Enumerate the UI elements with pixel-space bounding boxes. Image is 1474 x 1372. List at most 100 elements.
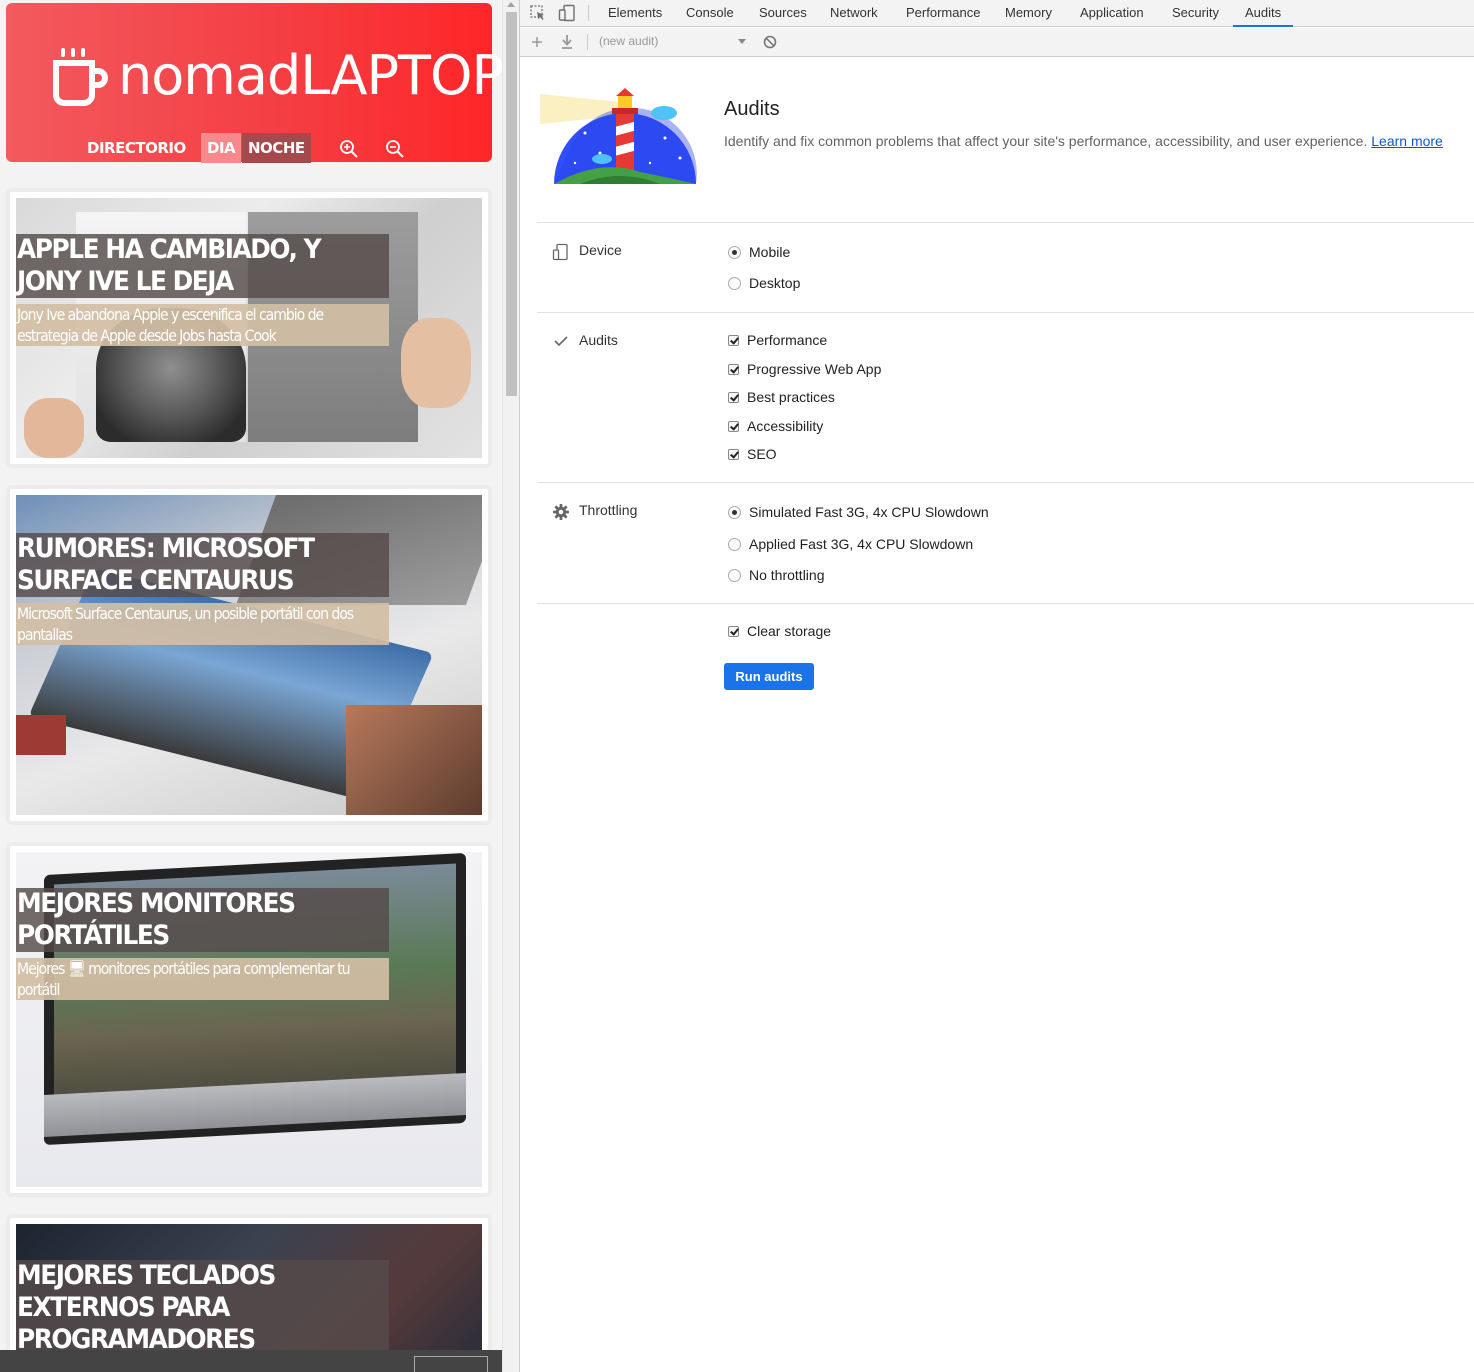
category-pwa[interactable]: Progressive Web App: [728, 359, 881, 379]
article-subtitle: portátil: [17, 980, 60, 999]
article-title[interactable]: RUMORES: MICROSOFT: [17, 533, 315, 565]
article-card[interactable]: MEJORES MONITORES PORTÁTILES Mejores 🖥 m…: [6, 842, 492, 1197]
website-preview: nomadLAPTOP DIRECTORIO DIA NOCHE APPLE H…: [0, 0, 502, 1372]
article-card[interactable]: MEJORES TECLADOS EXTERNOS PARA PROGRAMAD…: [6, 1214, 492, 1372]
device-label: Device: [579, 242, 622, 258]
article-title[interactable]: SURFACE CENTAURUS: [17, 565, 295, 597]
article-subtitle: pantallas: [17, 625, 73, 644]
download-report-icon[interactable]: [559, 33, 575, 50]
throttling-option-applied[interactable]: Applied Fast 3G, 4x CPU Slowdown: [728, 534, 973, 554]
section-divider: [537, 603, 1474, 604]
checkbox-label: Accessibility: [747, 418, 824, 434]
scroll-up-arrow-icon[interactable]: [507, 2, 515, 7]
radio-label: No throttling: [749, 567, 825, 583]
add-audit-icon[interactable]: [529, 34, 545, 50]
inspect-element-icon[interactable]: [529, 4, 547, 22]
tab-console[interactable]: Console: [674, 0, 746, 27]
checkbox-label: SEO: [747, 446, 777, 462]
night-mode-button[interactable]: NOCHE: [242, 133, 311, 163]
tab-network[interactable]: Network: [818, 0, 890, 27]
checkbox-best-practices[interactable]: [728, 391, 739, 403]
category-seo[interactable]: SEO: [728, 444, 777, 464]
checkbox-pwa[interactable]: [728, 363, 739, 375]
radio-desktop[interactable]: [728, 276, 741, 290]
audit-report-select[interactable]: (new audit): [599, 34, 658, 48]
chevron-down-icon[interactable]: [738, 39, 746, 44]
toolbar-separator: [587, 34, 588, 50]
category-performance[interactable]: Performance: [728, 330, 827, 350]
checkbox-label: Performance: [747, 332, 828, 348]
radio-no-throttling[interactable]: [728, 568, 741, 582]
lighthouse-logo-icon: [540, 88, 697, 184]
cookie-accept-button[interactable]: [414, 1356, 488, 1372]
throttling-option-none[interactable]: No throttling: [728, 565, 824, 585]
clear-all-icon[interactable]: [763, 35, 777, 49]
checkbox-label: Clear storage: [747, 623, 832, 639]
device-toolbar-icon[interactable]: [558, 4, 576, 22]
site-header: nomadLAPTOP DIRECTORIO DIA NOCHE: [6, 3, 502, 163]
category-accessibility[interactable]: Accessibility: [728, 416, 823, 436]
checkbox-clear-storage[interactable]: [728, 625, 739, 637]
article-subtitle: Microsoft Surface Centaurus, un posible …: [17, 604, 354, 623]
radio-mobile[interactable]: [728, 245, 741, 259]
tab-application[interactable]: Application: [1068, 0, 1156, 27]
checkbox-accessibility[interactable]: [728, 420, 739, 432]
devtools-panel: Elements Console Sources Network Perform…: [520, 0, 1474, 1372]
toolbar-separator: [588, 5, 589, 21]
tab-sources[interactable]: Sources: [747, 0, 819, 27]
tab-security[interactable]: Security: [1160, 0, 1231, 27]
article-image-monitor: MEJORES MONITORES PORTÁTILES Mejores 🖥 m…: [16, 852, 482, 1187]
checkbox-label: Progressive Web App: [747, 361, 882, 377]
device-option-desktop[interactable]: Desktop: [728, 273, 800, 293]
throttling-label: Throttling: [579, 502, 638, 518]
article-title[interactable]: MEJORES TECLADOS: [17, 1260, 276, 1292]
article-title[interactable]: MEJORES MONITORES: [17, 888, 296, 920]
article-title[interactable]: PORTÁTILES: [17, 920, 170, 952]
tab-audits[interactable]: Audits: [1233, 0, 1294, 27]
nav-directory-link[interactable]: DIRECTORIO: [81, 133, 192, 163]
article-title[interactable]: EXTERNOS PARA: [17, 1292, 230, 1324]
devtools-tab-bar: Elements Console Sources Network Perform…: [520, 0, 1474, 27]
tab-elements[interactable]: Elements: [596, 0, 674, 27]
website-scrollbar[interactable]: [502, 0, 519, 1372]
article-image-magazine: APPLE HA CAMBIADO, Y JONY IVE LE DEJA Jo…: [16, 198, 482, 458]
run-audits-button[interactable]: Run audits: [724, 663, 814, 690]
audits-description: Identify and fix common problems that af…: [724, 133, 1443, 149]
section-divider: [537, 312, 1474, 313]
article-title[interactable]: JONY IVE LE DEJA: [17, 266, 234, 298]
tab-memory[interactable]: Memory: [993, 0, 1064, 27]
clear-storage-option[interactable]: Clear storage: [728, 621, 831, 641]
gear-icon: [553, 504, 569, 520]
audits-description-text: Identify and fix common problems that af…: [724, 133, 1368, 149]
article-title[interactable]: APPLE HA CAMBIADO, Y: [17, 234, 322, 266]
day-mode-button[interactable]: DIA: [201, 133, 242, 163]
article-card[interactable]: RUMORES: MICROSOFT SURFACE CENTAURUS Mic…: [6, 485, 492, 825]
checkbox-seo[interactable]: [728, 448, 739, 460]
radio-applied-throttling[interactable]: [728, 537, 741, 551]
scrollbar-thumb[interactable]: [506, 12, 517, 396]
site-logo[interactable]: nomadLAPTOP: [52, 41, 502, 111]
learn-more-link[interactable]: Learn more: [1371, 133, 1443, 149]
tab-performance[interactable]: Performance: [894, 0, 992, 27]
zoom-out-icon[interactable]: [385, 139, 405, 159]
section-divider: [537, 482, 1474, 483]
device-option-mobile[interactable]: Mobile: [728, 242, 790, 262]
brand-name: nomadLAPTOP: [118, 44, 502, 107]
radio-label: Simulated Fast 3G, 4x CPU Slowdown: [749, 504, 989, 520]
zoom-in-icon[interactable]: [339, 139, 359, 159]
article-subtitle: Mejores 🖥 monitores portátiles para comp…: [17, 959, 351, 978]
article-card[interactable]: APPLE HA CAMBIADO, Y JONY IVE LE DEJA Jo…: [6, 188, 492, 468]
throttling-option-simulated[interactable]: Simulated Fast 3G, 4x CPU Slowdown: [728, 502, 989, 522]
coffee-cup-icon: [53, 48, 108, 106]
category-best-practices[interactable]: Best practices: [728, 387, 835, 407]
radio-label: Mobile: [749, 244, 791, 260]
section-divider: [537, 222, 1474, 223]
checkbox-performance[interactable]: [728, 334, 739, 346]
article-image-surface: RUMORES: MICROSOFT SURFACE CENTAURUS Mic…: [16, 495, 482, 815]
radio-simulated-throttling[interactable]: [728, 505, 741, 519]
audits-title: Audits: [724, 98, 780, 120]
audits-categories-label: Audits: [579, 332, 618, 348]
radio-label: Desktop: [749, 275, 801, 291]
site-nav: DIRECTORIO DIA NOCHE: [6, 133, 492, 163]
checkmark-icon: [554, 336, 568, 347]
